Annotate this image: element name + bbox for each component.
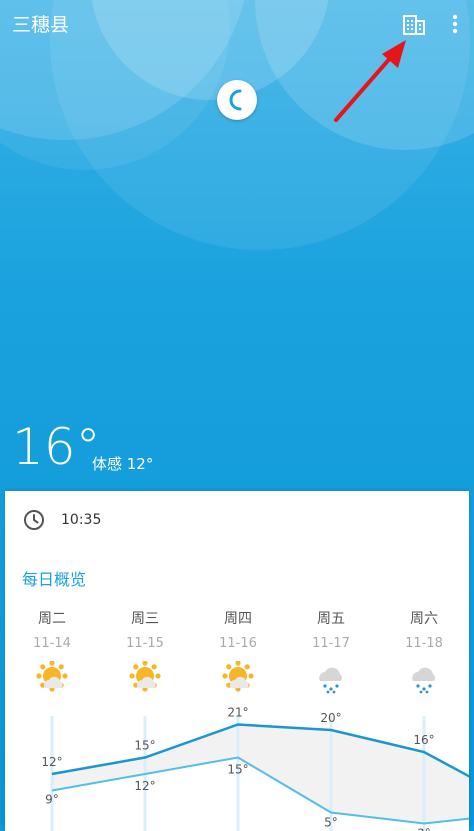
feels-like: 体感 12° <box>92 453 153 474</box>
day-column[interactable]: 周三 11-15 <box>115 608 175 695</box>
day-name: 周五 <box>301 608 361 628</box>
low-temperature-label: 5° <box>324 816 338 830</box>
day-date: 11-17 <box>301 636 361 651</box>
city-manager-icon[interactable] <box>402 12 426 36</box>
day-name: 周二 <box>22 608 82 628</box>
day-column[interactable]: 周六 11-18 <box>394 608 454 695</box>
day-date: 11-14 <box>22 636 82 651</box>
low-temperature-label: 3° <box>417 827 431 831</box>
day-name: 周三 <box>115 608 175 628</box>
high-temperature-label: 15° <box>134 739 155 753</box>
sunny-cloudy-icon <box>22 661 82 695</box>
day-date: 11-16 <box>208 636 268 651</box>
high-temperature-label: 21° <box>227 706 248 720</box>
low-temperature-label: 12° <box>134 779 155 793</box>
loading-spinner <box>217 80 257 120</box>
daily-overview-title: 每日概览 <box>22 566 86 590</box>
temperature-range-area <box>52 725 469 824</box>
day-column[interactable]: 周五 11-17 <box>301 608 361 695</box>
current-temperature: 16° <box>12 418 101 476</box>
low-temperature-label: 15° <box>227 763 248 777</box>
day-date: 11-18 <box>394 636 454 651</box>
sunny-cloudy-icon <box>208 661 268 695</box>
high-temperature-label: 20° <box>320 711 341 725</box>
forecast-card: 10:35 每日概览 周二11-14周三11-15周四11-16周五11-17周… <box>5 491 469 831</box>
day-name: 周四 <box>208 608 268 628</box>
sunny-cloudy-icon <box>115 661 175 695</box>
day-name: 周六 <box>394 608 454 628</box>
day-date: 11-15 <box>115 636 175 651</box>
more-vertical-icon[interactable] <box>446 12 464 36</box>
city-name[interactable]: 三穗县 <box>12 10 69 37</box>
day-column[interactable]: 周二 11-14 <box>22 608 82 695</box>
update-time: 10:35 <box>61 512 101 528</box>
red-arrow-annotation <box>330 36 410 126</box>
high-temperature-label: 16° <box>413 733 434 747</box>
light-rain-icon <box>301 661 361 695</box>
light-rain-icon <box>394 661 454 695</box>
temperature-chart: 12° 9° 15° 12° 21° 15° 20° 5° 16° 3° <box>5 701 469 831</box>
low-temperature-label: 9° <box>45 793 59 807</box>
day-column[interactable]: 周四 11-16 <box>208 608 268 695</box>
clock-icon <box>23 509 45 531</box>
high-temperature-label: 12° <box>41 755 62 769</box>
